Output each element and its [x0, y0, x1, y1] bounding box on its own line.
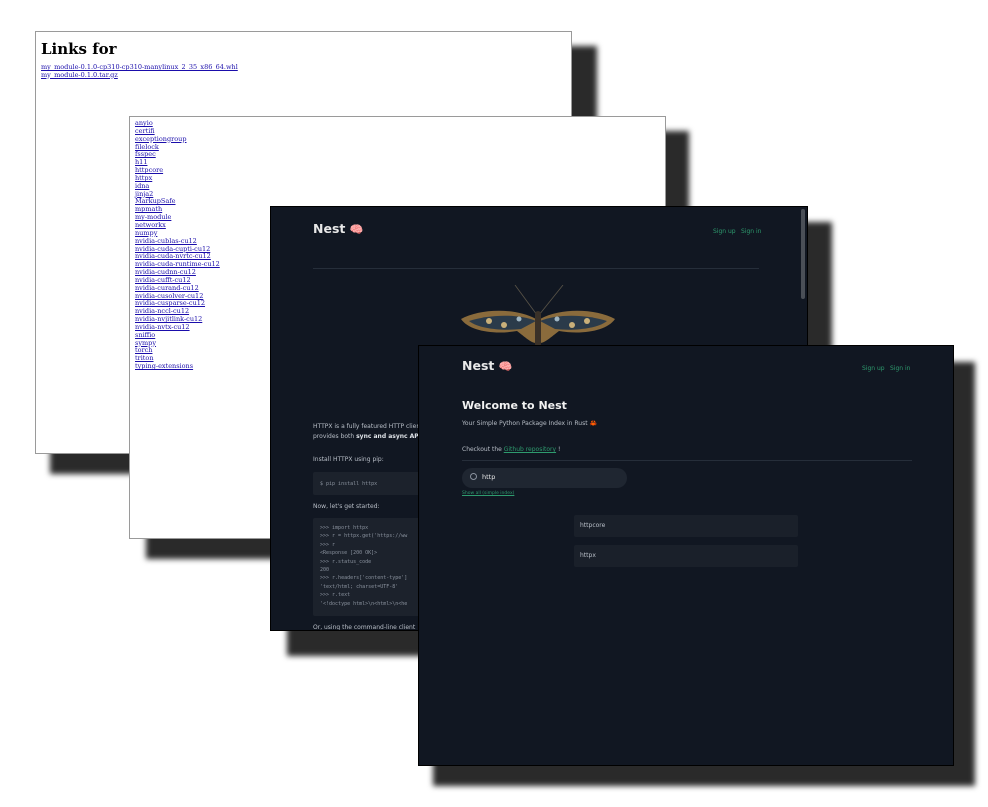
package-link[interactable]: fsspec — [135, 151, 220, 159]
code-line: <Response [200 OK]> — [320, 550, 378, 557]
page-heading: Links for — [41, 40, 117, 58]
welcome-title: Welcome to Nest — [462, 399, 567, 412]
header-divider — [313, 268, 759, 269]
code-line: >>> r = httpx.get('https://ww — [320, 533, 408, 540]
sign-up-link[interactable]: Sign up — [862, 365, 885, 372]
started-label: Now, let's get started: — [313, 503, 380, 510]
header-divider — [462, 460, 912, 461]
sign-up-link[interactable]: Sign up — [713, 228, 736, 235]
code-line: >>> r — [320, 541, 336, 548]
intro-text-line1: HTTPX is a fully featured HTTP client — [313, 423, 423, 430]
brand-logo[interactable]: Nest 🧠 — [313, 221, 363, 236]
code-line: >>> r.headers['content-type'] — [320, 575, 408, 582]
github-repo-link[interactable]: Github repository — [504, 446, 556, 453]
result-label: httpcore — [580, 522, 606, 529]
install-label: Install HTTPX using pip: — [313, 456, 384, 463]
code-line: 'text/html; charset=UTF-8' — [320, 583, 399, 590]
install-code-block: $ pip install httpx — [313, 472, 433, 495]
file-link-tar[interactable]: my_module-0.1.0.tar.gz — [41, 71, 571, 80]
code-line: >>> import httpx — [320, 525, 369, 531]
search-result-item[interactable]: httpx — [574, 545, 798, 567]
brand-logo[interactable]: Nest 🧠 — [462, 358, 512, 373]
install-command: $ pip install httpx — [320, 481, 378, 487]
search-result-item[interactable]: httpcore — [574, 515, 798, 537]
tagline: Your Simple Python Package Index in Rust… — [462, 420, 597, 427]
brain-icon: 🧠 — [349, 223, 364, 236]
cli-label: Or, using the command-line client — [313, 624, 416, 631]
code-line: 200 — [320, 567, 330, 574]
butterfly-logo-image — [461, 285, 615, 347]
file-link-whl[interactable]: my_module-0.1.0-cp310-cp310-manylinux_2_… — [41, 63, 571, 72]
home-search-window: Nest 🧠 Sign up Sign in Welcome to Nest Y… — [418, 345, 954, 766]
code-line: >>> r.text — [320, 592, 351, 599]
sign-in-link[interactable]: Sign in — [741, 228, 761, 235]
brain-icon: 🧠 — [498, 360, 513, 373]
package-link[interactable]: typing-extensions — [135, 362, 220, 371]
code-line: >>> r.status_code — [320, 558, 372, 565]
brand-name: Nest — [313, 221, 346, 236]
search-value: http — [482, 473, 496, 481]
brand-name: Nest — [462, 358, 495, 373]
usage-code-block: >>> import httpx >>> r = httpx.get('https… — [313, 518, 433, 616]
scrollbar-thumb[interactable] — [801, 209, 805, 299]
result-label: httpx — [580, 552, 596, 559]
sign-in-link[interactable]: Sign in — [890, 365, 910, 372]
search-icon — [470, 473, 477, 480]
show-all-link[interactable]: Show all (simple index) — [462, 491, 514, 496]
checkout-text: Checkout the Github repository ! — [462, 446, 561, 453]
package-search-input[interactable]: http — [462, 468, 627, 488]
intro-text-line2: provides both sync and async APIs. — [313, 433, 426, 440]
package-link-list: anyio certifi exceptiongroup filelock fsspec… — [135, 119, 220, 371]
code-line: '<!doctype html>\n<html>\n<he — [320, 600, 408, 607]
